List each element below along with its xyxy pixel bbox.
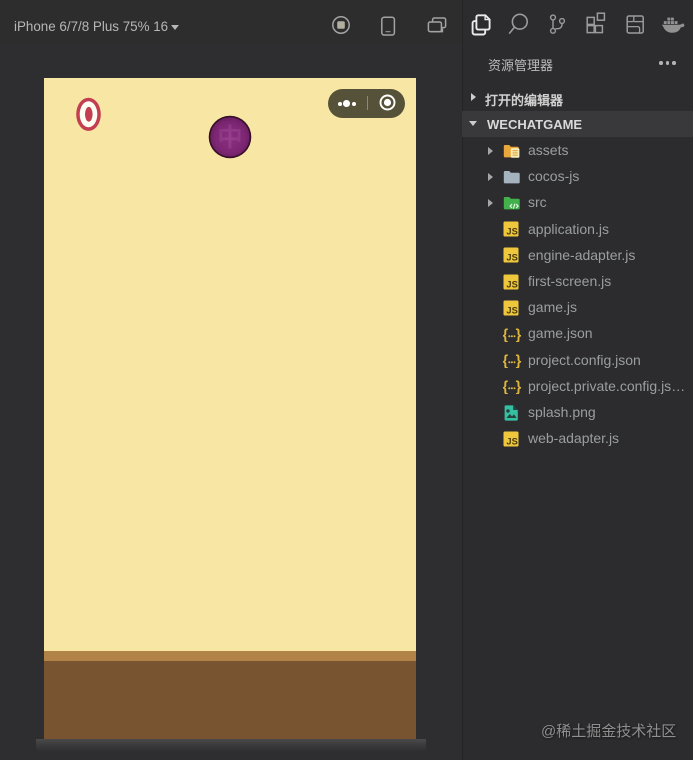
- svg-text:}: }: [516, 380, 522, 395]
- svg-text:{: {: [503, 353, 509, 368]
- svg-text:中: 中: [217, 124, 242, 152]
- svg-text:{: {: [503, 380, 509, 395]
- svg-text:JS: JS: [506, 227, 517, 237]
- svg-text:}: }: [516, 353, 522, 368]
- svg-text:}: }: [516, 327, 522, 342]
- svg-text:JS: JS: [506, 305, 517, 315]
- svg-text:JS: JS: [506, 253, 517, 263]
- svg-text:JS: JS: [506, 279, 517, 289]
- svg-text:JS: JS: [506, 436, 517, 446]
- svg-text:{: {: [503, 327, 509, 342]
